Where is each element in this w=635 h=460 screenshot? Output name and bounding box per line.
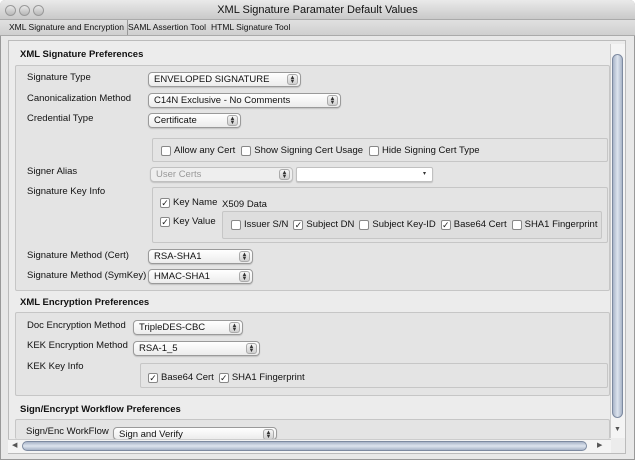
- kek-base64-cert-checkbox[interactable]: ✓ Base64 Cert: [148, 372, 214, 383]
- issuer-sn-checkbox[interactable]: Issuer S/N: [231, 219, 288, 230]
- credential-type-select[interactable]: Certificate ▲ ▼: [148, 113, 241, 128]
- signature-type-value: ENVELOPED SIGNATURE: [154, 74, 270, 85]
- checkmark-icon: ✓: [218, 372, 229, 383]
- checkbox-label: Key Value: [173, 216, 216, 227]
- stepper-arrows-icon: ▲ ▼: [239, 271, 250, 282]
- show-signing-cert-usage-checkbox[interactable]: Show Signing Cert Usage: [241, 145, 363, 156]
- credential-type-label: Credential Type: [27, 113, 94, 124]
- zoom-button[interactable]: [33, 5, 44, 16]
- base64-cert-checkbox[interactable]: ✓ Base64 Cert: [440, 219, 507, 230]
- checkbox-label: SHA1 Fingerprint: [231, 372, 305, 383]
- x509-data-label: X509 Data: [222, 199, 267, 210]
- section-heading-signature: XML Signature Preferences: [20, 49, 144, 60]
- canonicalization-select[interactable]: C14N Exclusive - No Comments ▲ ▼: [148, 93, 341, 108]
- checkbox-label: Issuer S/N: [244, 219, 289, 230]
- checkbox-unchecked: [359, 219, 370, 230]
- signer-alias-combo[interactable]: ▾: [296, 167, 433, 182]
- key-name-checkbox[interactable]: ✓ Key Name: [160, 197, 217, 208]
- stepper-arrows-icon: ▲ ▼: [327, 95, 338, 106]
- stepper-arrows-icon: ▲ ▼: [229, 322, 240, 333]
- canonicalization-value: C14N Exclusive - No Comments: [154, 95, 291, 106]
- doc-encryption-label: Doc Encryption Method: [27, 320, 126, 331]
- section-heading-workflow: Sign/Encrypt Workflow Preferences: [20, 404, 181, 415]
- checkbox-label: Base64 Cert: [453, 219, 507, 230]
- close-button[interactable]: [5, 5, 16, 16]
- checkbox-unchecked: [511, 219, 522, 230]
- subject-key-id-checkbox[interactable]: Subject Key-ID: [359, 219, 436, 230]
- scroll-down-arrow-icon[interactable]: ▼: [614, 426, 621, 433]
- checkbox-unchecked: [231, 219, 241, 230]
- checkmark-icon: ✓: [160, 216, 170, 227]
- signature-method-cert-value: RSA-SHA1: [154, 251, 202, 262]
- checkbox-unchecked: [161, 145, 171, 156]
- stepper-arrows-icon: ▲ ▼: [227, 115, 238, 126]
- stepper-arrows-icon: ▲ ▼: [239, 251, 250, 262]
- stepper-arrows-icon: ▲ ▼: [246, 343, 257, 354]
- checkmark-icon: ✓: [160, 197, 170, 208]
- checkmark-icon: ✓: [440, 219, 451, 230]
- section-heading-encryption: XML Encryption Preferences: [20, 297, 150, 308]
- doc-encryption-select[interactable]: TripleDES-CBC ▲ ▼: [133, 320, 243, 335]
- checkbox-label: Show Signing Cert Usage: [254, 145, 364, 156]
- checkbox-label: Subject DN: [306, 219, 355, 230]
- canonicalization-label: Canonicalization Method: [27, 93, 132, 104]
- key-value-checkbox[interactable]: ✓ Key Value: [160, 216, 216, 227]
- window-title: XML Signature Paramater Default Values: [217, 4, 418, 16]
- doc-encryption-value: TripleDES-CBC: [139, 322, 206, 333]
- signer-store-select[interactable]: User Certs ▲ ▼: [150, 167, 293, 182]
- signature-method-symkey-select[interactable]: HMAC-SHA1 ▲ ▼: [148, 269, 253, 284]
- kek-encryption-label: KEK Encryption Method: [27, 340, 128, 351]
- signer-alias-label: Signer Alias: [27, 166, 78, 177]
- signer-store-value: User Certs: [156, 169, 202, 180]
- checkmark-icon: ✓: [293, 219, 304, 230]
- workflow-label: Sign/Enc WorkFlow: [26, 426, 109, 437]
- stepper-arrows-icon: ▲ ▼: [287, 74, 298, 85]
- checkmark-icon: ✓: [148, 372, 158, 383]
- signature-method-symkey-value: HMAC-SHA1: [154, 271, 210, 282]
- signature-method-cert-label: Signature Method (Cert): [27, 250, 129, 261]
- checkbox-label: Key Name: [173, 197, 218, 208]
- credential-type-value: Certificate: [154, 115, 197, 126]
- cert-options: Allow any Cert Show Signing Cert Usage H…: [161, 145, 480, 156]
- signature-key-info-label: Signature Key Info: [27, 186, 106, 197]
- sha1-fingerprint-checkbox[interactable]: SHA1 Fingerprint: [511, 219, 598, 230]
- scroll-left-arrow-icon[interactable]: ◀: [12, 441, 17, 449]
- title-bar: XML Signature Paramater Default Values: [0, 0, 635, 20]
- signature-type-select[interactable]: ENVELOPED SIGNATURE ▲ ▼: [148, 72, 301, 87]
- scroll-right-arrow-icon[interactable]: ▶: [597, 441, 602, 449]
- kek-key-info-options: ✓ Base64 Cert ✓ SHA1 Fingerprint: [148, 372, 305, 383]
- kek-encryption-select[interactable]: RSA-1_5 ▲ ▼: [133, 341, 260, 356]
- x509-options: Issuer S/N ✓ Subject DN Subject Key-ID ✓ B…: [231, 219, 597, 230]
- tab-xml-signature-encryption[interactable]: XML Signature and Encryption: [6, 20, 128, 35]
- signature-type-label: Signature Type: [27, 72, 91, 83]
- kek-key-info-label: KEK Key Info: [27, 361, 84, 372]
- tab-bar: XML Signature and Encryption SAML Assert…: [0, 20, 635, 36]
- checkbox-label: Hide Signing Cert Type: [382, 145, 480, 156]
- kek-encryption-value: RSA-1_5: [139, 343, 178, 354]
- minimize-button[interactable]: [19, 5, 30, 16]
- kek-sha1-fingerprint-checkbox[interactable]: ✓ SHA1 Fingerprint: [218, 372, 305, 383]
- tab-html-signature-tool[interactable]: HTML Signature Tool: [208, 20, 293, 35]
- checkbox-unchecked: [241, 145, 252, 156]
- checkbox-label: Subject Key-ID: [372, 219, 436, 230]
- checkbox-label: Allow any Cert: [174, 145, 236, 156]
- stepper-arrows-icon: ▲ ▼: [279, 169, 290, 180]
- hide-signing-cert-type-checkbox[interactable]: Hide Signing Cert Type: [369, 145, 480, 156]
- checkbox-unchecked: [369, 145, 380, 156]
- signature-method-symkey-label: Signature Method (SymKey): [27, 270, 147, 281]
- tab-saml-assertion-tool[interactable]: SAML Assertion Tool: [125, 20, 209, 35]
- checkbox-label: Base64 Cert: [161, 372, 214, 383]
- horizontal-scroll-thumb[interactable]: [22, 441, 587, 451]
- vertical-scroll-thumb[interactable]: [612, 54, 623, 418]
- checkbox-label: SHA1 Fingerprint: [524, 219, 598, 230]
- chevron-down-icon: ▾: [422, 171, 426, 177]
- subject-dn-checkbox[interactable]: ✓ Subject DN: [293, 219, 354, 230]
- allow-any-cert-checkbox[interactable]: Allow any Cert: [161, 145, 235, 156]
- signature-method-cert-select[interactable]: RSA-SHA1 ▲ ▼: [148, 249, 253, 264]
